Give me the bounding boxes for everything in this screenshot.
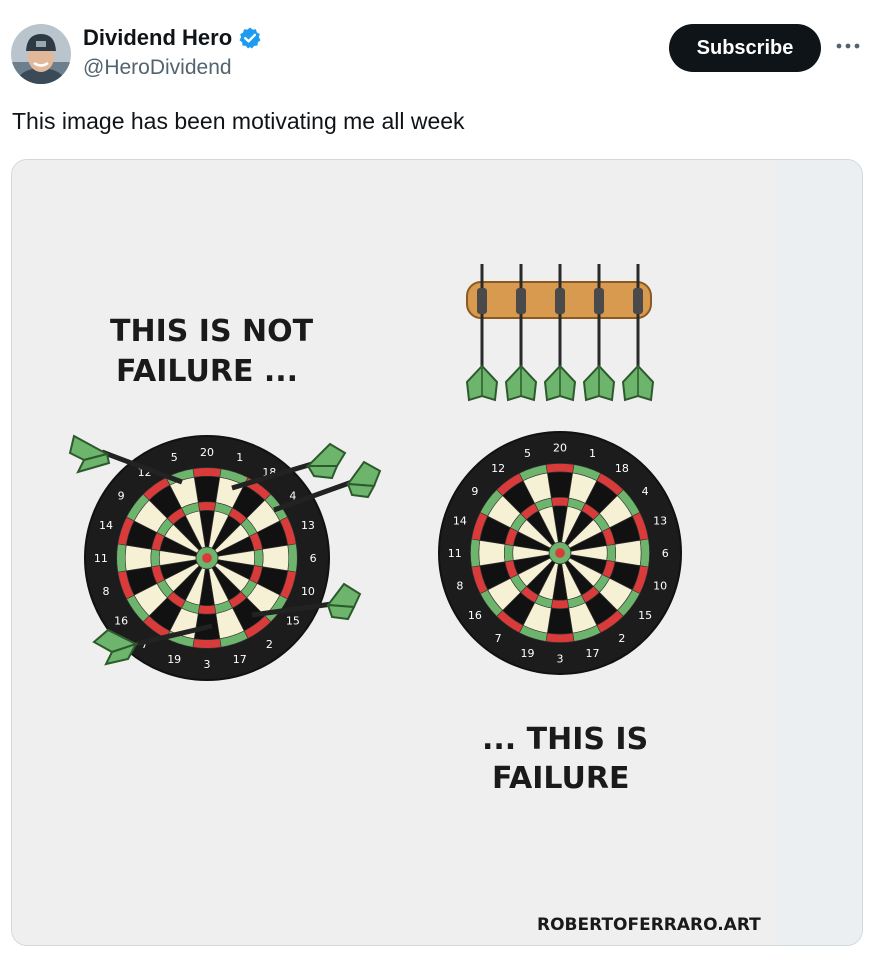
author-handle[interactable]: @HeroDividend xyxy=(83,56,262,80)
board-number: 10 xyxy=(301,585,315,598)
board-number: 5 xyxy=(171,451,178,464)
board-number: 16 xyxy=(468,609,482,622)
board-number: 18 xyxy=(615,462,629,475)
board-number: 2 xyxy=(618,632,625,645)
verified-badge-icon[interactable] xyxy=(238,26,262,50)
board-number: 16 xyxy=(114,614,128,627)
board-number: 17 xyxy=(586,647,600,660)
board-number: 11 xyxy=(448,547,462,560)
board-number: 14 xyxy=(99,519,113,532)
comic-illustration: THIS IS NOT FAILURE ... ... THIS IS FAIL… xyxy=(12,160,862,945)
avatar-image xyxy=(11,24,71,84)
board-number: 2 xyxy=(266,638,273,651)
author-block: Dividend Hero @HeroDividend xyxy=(83,25,262,80)
dartboard-right: 20 1 18 4 13 6 10 15 2 17 3 19 7 16 8 11 14 9 12 5 xyxy=(438,431,682,675)
board-number: 6 xyxy=(662,547,669,560)
board-number: 15 xyxy=(638,609,652,622)
board-number: 9 xyxy=(118,490,125,503)
board-number: 5 xyxy=(524,447,531,460)
author-name[interactable]: Dividend Hero xyxy=(83,25,232,51)
board-number: 1 xyxy=(236,451,243,464)
board-number: 4 xyxy=(642,485,649,498)
author-name-row: Dividend Hero xyxy=(83,25,262,51)
board-number: 7 xyxy=(495,632,502,645)
board-number: 1 xyxy=(589,447,596,460)
board-number: 19 xyxy=(520,647,534,660)
board-number: 13 xyxy=(653,514,667,527)
board-number: 11 xyxy=(94,552,108,565)
board-number: 6 xyxy=(310,552,317,565)
board-number: 8 xyxy=(456,580,463,593)
board-number: 17 xyxy=(233,653,247,666)
tweet-text: This image has been motivating me all we… xyxy=(12,108,465,134)
subscribe-button[interactable]: Subscribe xyxy=(669,24,821,72)
board-number: 10 xyxy=(653,580,667,593)
board-number: 14 xyxy=(453,514,467,527)
left-caption-line1: THIS IS NOT xyxy=(110,314,314,349)
right-caption-line1: ... THIS IS xyxy=(482,722,648,757)
board-number: 3 xyxy=(204,658,211,671)
more-horizontal-icon[interactable] xyxy=(834,36,862,56)
board-number: 20 xyxy=(553,442,567,455)
right-caption-line2: FAILURE xyxy=(492,761,629,796)
board-number: 8 xyxy=(103,585,110,598)
board-number: 19 xyxy=(167,653,181,666)
board-number: 20 xyxy=(200,446,214,459)
tweet-header: Dividend Hero @HeroDividend Subscribe xyxy=(0,0,872,100)
artist-credit: ROBERTOFERRARO.ART xyxy=(537,915,761,935)
left-caption-line2: FAILURE ... xyxy=(116,354,298,389)
tweet-image[interactable]: THIS IS NOT FAILURE ... ... THIS IS FAIL… xyxy=(11,159,863,946)
board-number: 3 xyxy=(557,652,564,665)
board-number: 15 xyxy=(286,614,300,627)
avatar[interactable] xyxy=(11,24,71,84)
board-number: 12 xyxy=(491,462,505,475)
board-number: 13 xyxy=(301,519,315,532)
board-number: 9 xyxy=(471,485,478,498)
